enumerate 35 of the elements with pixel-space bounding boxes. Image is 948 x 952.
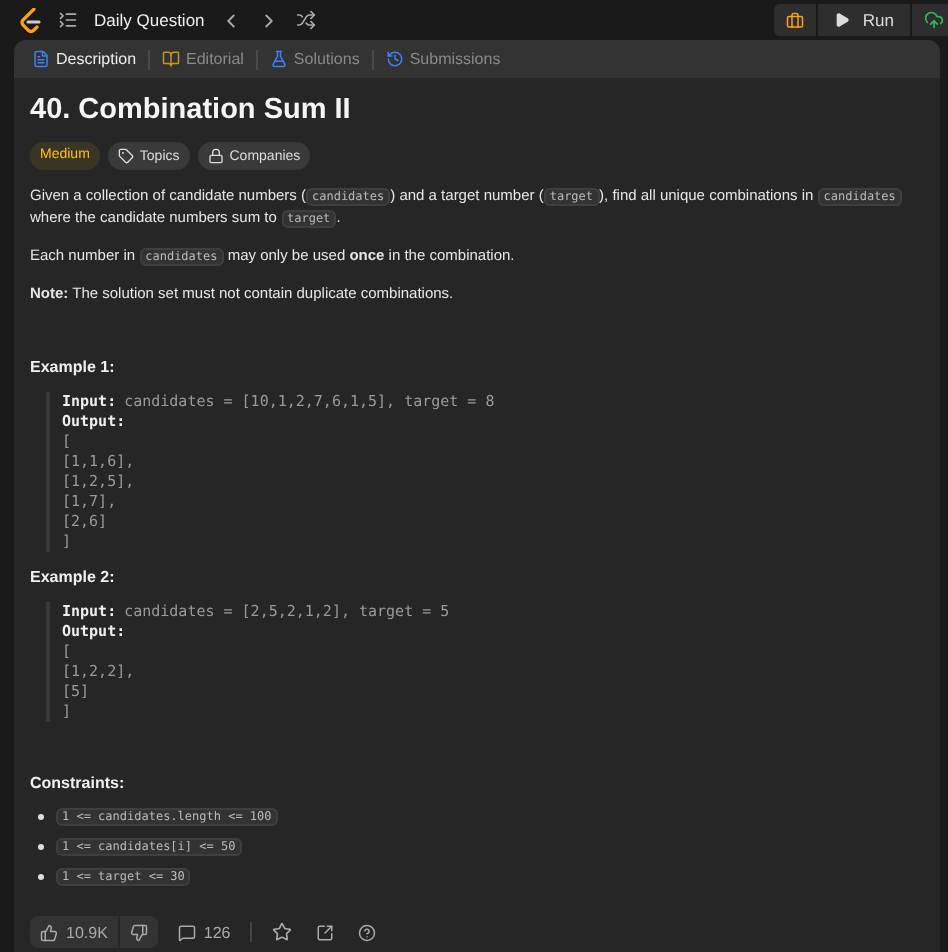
example-heading: Example 1:: [30, 357, 117, 375]
briefcase-button[interactable]: [774, 4, 817, 36]
thumbs-down-icon: [129, 923, 148, 941]
run-button[interactable]: Run: [818, 4, 910, 36]
play-icon: [834, 12, 851, 28]
bullet-icon: [38, 813, 44, 819]
help-icon[interactable]: [354, 923, 381, 941]
page-title[interactable]: Daily Question: [94, 10, 205, 30]
tab[interactable]: Editorial: [154, 50, 252, 68]
shuffle-icon[interactable]: [296, 10, 317, 30]
upload-icon[interactable]: [912, 4, 948, 36]
book-icon: [162, 50, 181, 68]
comment-icon: [177, 923, 196, 941]
history-icon: [385, 50, 404, 68]
document-icon: [32, 50, 50, 68]
thumbs-up-icon: [40, 923, 58, 941]
tab[interactable]: Submissions: [377, 50, 509, 68]
lock-icon: [207, 148, 224, 164]
share-icon[interactable]: [312, 923, 339, 941]
tab[interactable]: Solutions: [261, 50, 368, 68]
like-button[interactable]: 10.9K: [30, 916, 118, 948]
comments-button[interactable]: 126: [173, 923, 235, 941]
dislike-button[interactable]: [119, 916, 158, 948]
logo-icon[interactable]: [20, 7, 42, 33]
tab[interactable]: Description: [24, 50, 145, 68]
flask-icon: [269, 50, 288, 68]
problem-list-icon[interactable]: [58, 10, 78, 30]
constraints-heading: Constraints:: [30, 773, 127, 791]
tag-icon: [117, 148, 134, 164]
example-heading: Example 2:: [30, 567, 117, 585]
briefcase-icon: [786, 11, 805, 29]
problem-title: 40. Combination Sum II: [30, 94, 353, 126]
star-icon[interactable]: [268, 922, 297, 942]
bullet-icon: [38, 843, 44, 849]
bullet-icon: [38, 873, 44, 879]
